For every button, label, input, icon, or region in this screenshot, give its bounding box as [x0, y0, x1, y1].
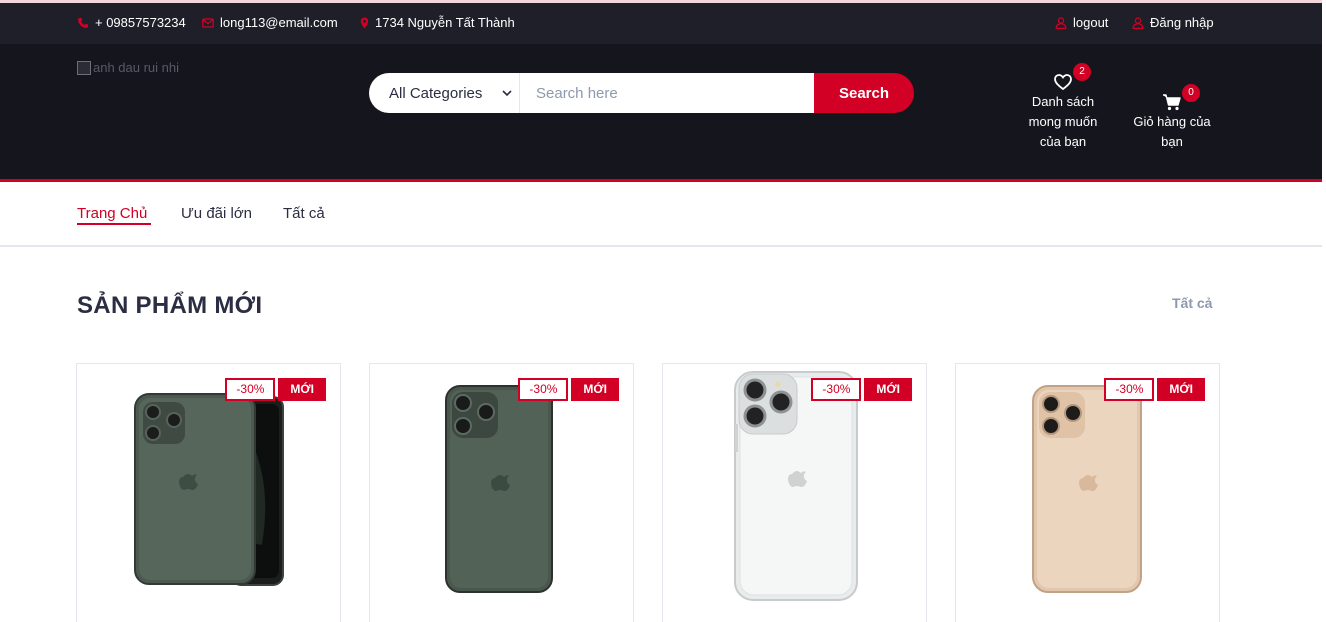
nav-item-hot-deals[interactable]: Ưu đãi lớn [181, 205, 252, 222]
scrollbar-track[interactable] [1322, 0, 1326, 622]
heart-icon [1053, 72, 1073, 92]
category-selected: All Categories [389, 84, 483, 102]
new-badge: MỚI [571, 378, 619, 401]
chevron-down-icon [501, 86, 513, 98]
cart-label-2: bạn [1161, 134, 1183, 149]
nav-item-all[interactable]: Tất cả [283, 205, 325, 222]
sale-badge: -30% [518, 378, 569, 401]
wishlist-label-3: của bạn [1039, 134, 1087, 149]
shopping-cart-icon [1162, 92, 1182, 112]
logo-alt-text: anh dau rui nhi [93, 60, 180, 75]
product-labels: -30% MỚI [1104, 378, 1205, 401]
sale-badge: -30% [1104, 378, 1155, 401]
sale-badge: -30% [811, 378, 862, 401]
product-image [134, 393, 284, 586]
product-labels: -30% MỚI [518, 378, 619, 401]
phone-link[interactable]: + 09857573234 [77, 15, 186, 30]
product-image [734, 371, 858, 601]
new-badge: MỚI [1157, 378, 1205, 401]
login-text: Đăng nhập [1150, 15, 1214, 30]
cart-label-1: Giỏ hàng của [1133, 114, 1211, 129]
product-image [1032, 385, 1142, 593]
phone-text: + 09857573234 [95, 15, 186, 30]
product-card[interactable]: -30% MỚI [76, 363, 341, 622]
email-link[interactable]: long113@email.com [202, 15, 338, 30]
search-button[interactable]: Search [814, 73, 914, 113]
user-icon [1055, 16, 1067, 29]
search-form: All Categories Search here Search [369, 73, 914, 113]
phone-icon [77, 17, 89, 29]
sale-badge: -30% [225, 378, 276, 401]
product-labels: -30% MỚI [811, 378, 912, 401]
section-title: SẢN PHẨM MỚI [77, 292, 263, 319]
cart-link[interactable]: 0 Giỏ hàng của bạn [1126, 84, 1218, 152]
login-link[interactable]: Đăng nhập [1132, 15, 1214, 30]
nav-active-indicator [77, 223, 151, 225]
wishlist-label-2: mong muốn [1028, 114, 1098, 129]
product-card[interactable]: -30% MỚI [955, 363, 1220, 622]
cart-count-badge: 0 [1182, 84, 1200, 102]
broken-image-icon [77, 60, 91, 75]
product-card[interactable]: -30% MỚI [369, 363, 634, 622]
page: + 09857573234 long113@email.com 1734 Ngu… [0, 0, 1326, 622]
search-input[interactable]: Search here [520, 73, 814, 113]
search-placeholder: Search here [536, 84, 618, 102]
wishlist-count-badge: 2 [1073, 63, 1091, 81]
map-marker-icon [360, 17, 369, 29]
top-header: + 09857573234 long113@email.com 1734 Ngu… [0, 0, 1326, 44]
product-card[interactable]: -30% MỚI [662, 363, 927, 622]
address-text: 1734 Nguyễn Tất Thành [375, 15, 515, 30]
nav-item-home[interactable]: Trang Chủ [77, 205, 147, 222]
logo[interactable]: anh dau rui nhi [77, 60, 179, 75]
envelope-icon [202, 17, 214, 29]
new-badge: MỚI [278, 378, 326, 401]
email-text: long113@email.com [220, 15, 338, 30]
view-all-link[interactable]: Tất cả [1172, 295, 1212, 311]
logout-link[interactable]: logout [1055, 15, 1108, 30]
main-header: anh dau rui nhi All Categories Search he… [0, 44, 1326, 182]
user-icon [1132, 16, 1144, 29]
logout-text: logout [1073, 15, 1109, 30]
main-nav: Trang Chủ Ưu đãi lớn Tất cả [0, 185, 1326, 247]
address-link[interactable]: 1734 Nguyễn Tất Thành [360, 15, 515, 30]
product-labels: -30% MỚI [225, 378, 326, 401]
new-badge: MỚI [864, 378, 912, 401]
category-select[interactable]: All Categories [369, 73, 520, 113]
product-image [445, 385, 553, 593]
wishlist-label-1: Danh sách [1031, 94, 1095, 109]
wishlist-link[interactable]: 2 Danh sách mong muốn của bạn [1020, 63, 1106, 152]
